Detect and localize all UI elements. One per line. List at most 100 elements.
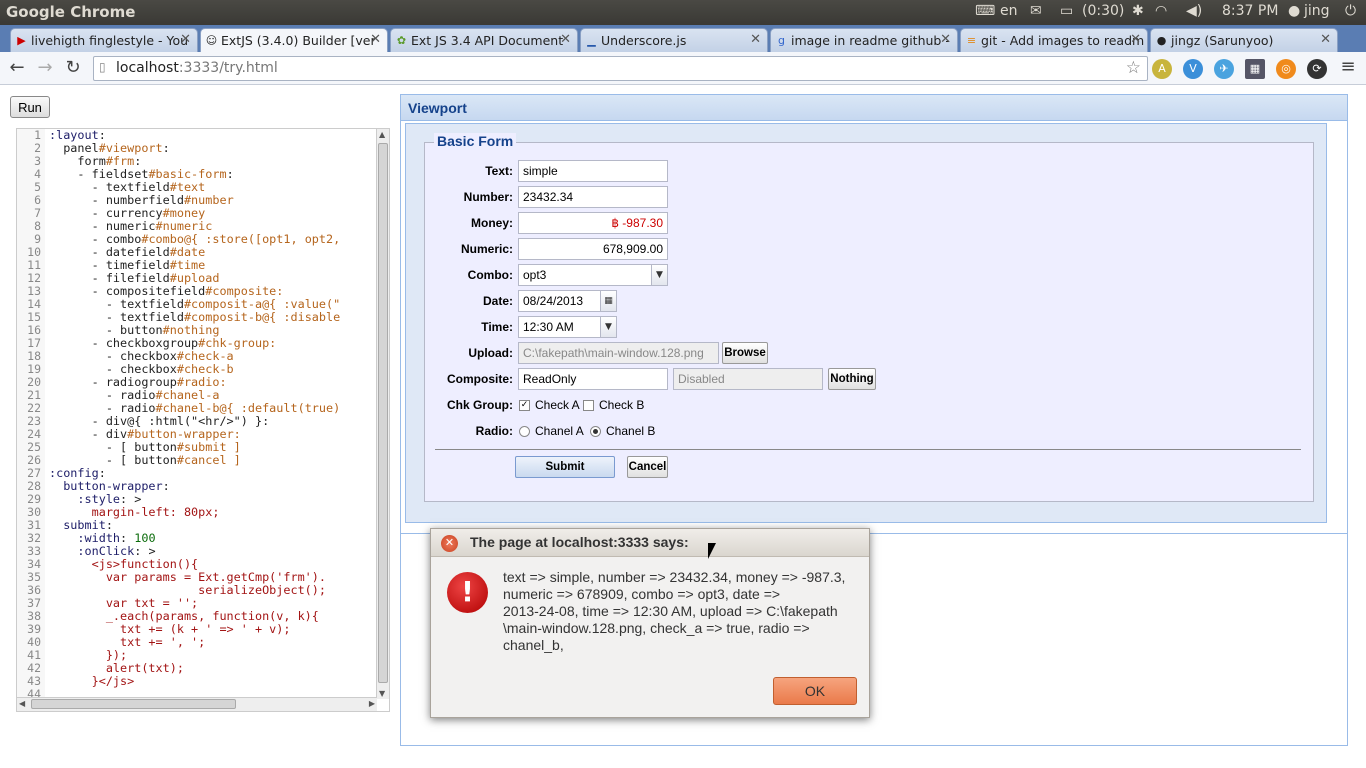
code-token: #basic-form — [148, 167, 227, 181]
app-name: Google Chrome — [6, 3, 136, 21]
code-token: - textfield — [49, 297, 184, 311]
chanel-a-radio[interactable] — [519, 426, 530, 437]
text-field[interactable]: simple — [518, 160, 668, 182]
code-line[interactable]: }</js> — [49, 675, 377, 688]
wifi-icon[interactable]: ◠ — [1155, 3, 1167, 19]
chevron-down-icon[interactable]: ▼ — [651, 264, 668, 286]
close-tab-icon[interactable]: ✕ — [1320, 32, 1331, 47]
code-token: txt += (k + ' => ' + v); — [49, 622, 291, 636]
date-label: Date: — [482, 294, 513, 308]
keyboard-layout[interactable]: en — [1000, 3, 1018, 19]
composite-label: Composite: — [447, 372, 513, 386]
chanel-b-label[interactable]: Chanel B — [606, 424, 655, 438]
code-token: : — [134, 154, 142, 168]
user-name[interactable]: jing — [1304, 3, 1330, 19]
close-tab-icon[interactable]: ✕ — [370, 32, 381, 47]
bluetooth-icon[interactable]: ✱ — [1132, 3, 1144, 19]
extension-icon[interactable]: A — [1152, 59, 1172, 79]
close-tab-icon[interactable]: ✕ — [750, 32, 761, 47]
menu-icon[interactable]: ≡ — [1337, 56, 1359, 77]
code-token: : — [162, 479, 170, 493]
form-panel: Basic Form Text: simple Number: 23432.34… — [405, 123, 1327, 523]
fieldset-legend: Basic Form — [434, 133, 517, 149]
code-token: - currency — [49, 206, 163, 220]
close-tab-icon[interactable]: ✕ — [180, 32, 191, 47]
bookmark-star-icon[interactable]: ☆ — [1126, 58, 1141, 78]
submit-button[interactable]: Submit — [515, 456, 615, 478]
close-tab-icon[interactable]: ✕ — [560, 32, 571, 47]
tab-extjs-builder[interactable]: ☺ ExtJS (3.4.0) Builder [ver ✕ — [200, 28, 388, 52]
calendar-icon[interactable]: ▦ — [600, 290, 617, 312]
chanel-b-radio[interactable] — [590, 426, 601, 437]
combo-field[interactable]: opt3 — [518, 264, 652, 286]
power-icon[interactable]: ⏻ — [1345, 3, 1356, 19]
check-b-label[interactable]: Check B — [599, 398, 644, 412]
battery-time[interactable]: (0:30) — [1082, 3, 1124, 19]
code-token: - textfield — [49, 180, 170, 194]
number-field[interactable]: 23432.34 — [518, 186, 668, 208]
composite-readonly-field[interactable]: ReadOnly — [518, 368, 668, 390]
code-token: form — [49, 154, 106, 168]
code-token: :config — [49, 466, 99, 480]
vimium-icon[interactable]: V — [1183, 59, 1203, 79]
horizontal-scrollbar[interactable]: ◀ ▶ — [17, 697, 377, 711]
money-field[interactable]: ฿ -987.30 — [518, 212, 668, 234]
scroll-left-icon[interactable]: ◀ — [19, 699, 25, 708]
bird-icon[interactable]: ✈ — [1214, 59, 1234, 79]
avast-icon[interactable]: ◎ — [1276, 59, 1296, 79]
code-editor[interactable]: 1 2 3 4 5 6 7 8 9 10 11 12 13 14 15 16 17 18 19 20 21 22 23 24 2… — [16, 128, 390, 712]
volume-icon[interactable]: ◀) — [1186, 3, 1202, 19]
close-icon[interactable]: ✕ — [441, 535, 458, 552]
tab-underscore[interactable]: ▁ Underscore.js ✕ — [580, 28, 768, 52]
battery-icon[interactable]: ▭ — [1060, 3, 1073, 19]
check-a-checkbox[interactable]: ✓ — [519, 400, 530, 411]
scroll-up-icon[interactable]: ▲ — [379, 130, 385, 139]
vertical-scrollbar[interactable]: ▲ ▼ — [376, 129, 389, 699]
scroll-thumb[interactable] — [378, 143, 388, 683]
back-icon[interactable]: ← — [6, 57, 28, 78]
mail-icon[interactable]: ✉ — [1030, 3, 1042, 19]
check-a-label[interactable]: Check A — [535, 398, 580, 412]
time-field[interactable]: 12:30 AM — [518, 316, 601, 338]
code-text[interactable]: :layout: panel#viewport: form#frm: - fie… — [49, 129, 377, 699]
scroll-right-icon[interactable]: ▶ — [369, 699, 375, 708]
upload-field[interactable]: C:\fakepath\main-window.128.png — [518, 342, 719, 364]
address-bar[interactable]: ▯ localhost:3333/try.html ☆ — [93, 56, 1148, 81]
ok-button[interactable]: OK — [773, 677, 857, 705]
close-tab-icon[interactable]: ✕ — [940, 32, 951, 47]
check-b-checkbox[interactable] — [583, 400, 594, 411]
code-token: #date — [169, 245, 206, 259]
code-token: - div@{ :html("<hr/>") }: — [49, 414, 270, 428]
scroll-down-icon[interactable]: ▼ — [379, 689, 385, 698]
code-token: :onClick — [49, 544, 135, 558]
browse-button[interactable]: Browse — [722, 342, 768, 364]
run-button[interactable]: Run — [10, 96, 50, 118]
clock[interactable]: 8:37 PM — [1222, 3, 1278, 19]
close-tab-icon[interactable]: ✕ — [1130, 32, 1141, 47]
scroll-thumb[interactable] — [31, 699, 236, 709]
screenshot-icon[interactable]: ▦ — [1245, 59, 1265, 79]
sync-icon[interactable]: ⟳ — [1307, 59, 1327, 79]
nothing-button[interactable]: Nothing — [828, 368, 876, 390]
page-icon: ▯ — [99, 60, 106, 74]
tab-extjs-api[interactable]: ✿ Ext JS 3.4 API Document ✕ — [390, 28, 578, 52]
chanel-a-label[interactable]: Chanel A — [535, 424, 584, 438]
code-token: : > — [134, 544, 156, 558]
tab-google-search[interactable]: g image in readme github - ✕ — [770, 28, 958, 52]
numeric-field[interactable]: 678,909.00 — [518, 238, 668, 260]
tab-youtube[interactable]: ▶ livehigth finglestyle - You ✕ — [10, 28, 198, 52]
tab-stackoverflow[interactable]: ≡ git - Add images to readm ✕ — [960, 28, 1148, 52]
viewport-title: Viewport — [401, 95, 1347, 121]
code-token: #check-a — [176, 349, 234, 363]
tab-github[interactable]: ● jingz (Sarunyoo) ✕ — [1150, 28, 1338, 52]
stackoverflow-icon: ≡ — [966, 34, 977, 47]
date-field[interactable]: 08/24/2013 — [518, 290, 601, 312]
reload-icon[interactable]: ↻ — [62, 57, 84, 78]
chevron-down-icon[interactable]: ▼ — [600, 316, 617, 338]
keyboard-icon[interactable]: ⌨ — [975, 3, 995, 19]
user-icon[interactable]: ● — [1288, 3, 1300, 19]
forward-icon[interactable]: → — [34, 57, 56, 78]
code-token: _.each(params, function(v, k){ — [49, 609, 319, 623]
cancel-button[interactable]: Cancel — [627, 456, 668, 478]
code-token: - checkbox — [49, 349, 177, 363]
